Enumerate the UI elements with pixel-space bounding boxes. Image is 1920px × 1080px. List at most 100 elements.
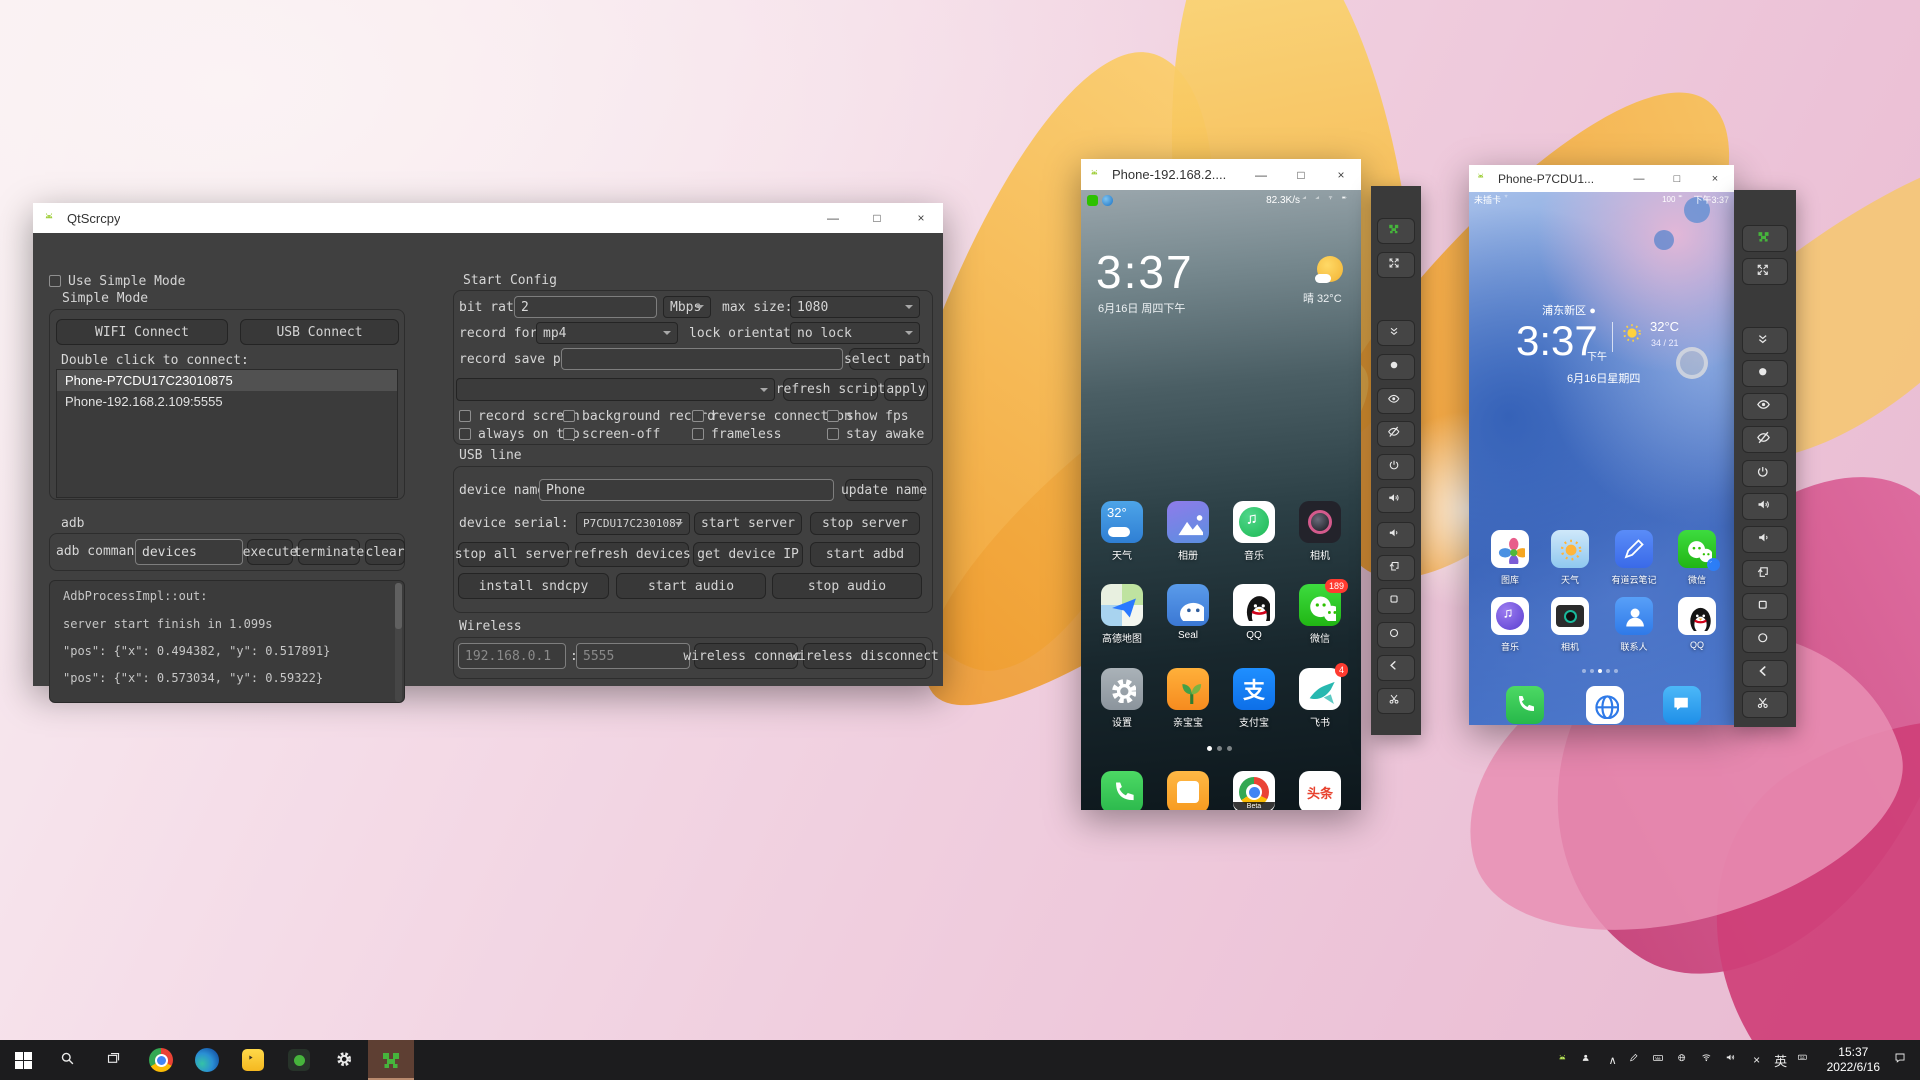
screen-on-eye-button[interactable] (1742, 393, 1788, 420)
wireless-disconnect-button[interactable]: wireless disconnect (803, 643, 926, 669)
app-icon-gallery2[interactable] (1491, 530, 1529, 568)
minimize-button[interactable]: — (1241, 159, 1281, 190)
tray-show-hidden-icons-chevron[interactable]: ∧ (1601, 1040, 1625, 1080)
app-icon-weather[interactable]: 32° (1101, 501, 1143, 543)
always-on-top-checkbox-row[interactable]: always on top (459, 427, 580, 441)
bit-rate-unit-dropdown[interactable]: Mbps (663, 296, 711, 318)
use-simple-mode-checkbox[interactable] (49, 275, 61, 287)
device-list-item[interactable]: Phone-192.168.2.109:5555 (57, 391, 397, 412)
stay-awake-checkbox-row[interactable]: stay awake (827, 427, 924, 441)
screen-off-checkbox-row[interactable]: screen-off (563, 427, 660, 441)
ime-language-indicator[interactable]: 英 (1769, 1040, 1793, 1080)
dock-icon-toutiao[interactable]: 头条 (1299, 771, 1341, 810)
volume-up-button[interactable] (1742, 493, 1788, 520)
device-serial-dropdown[interactable]: P7CDU17C2301087 (576, 512, 690, 535)
device-list-item[interactable]: Phone-P7CDU17C23010875 (57, 370, 397, 391)
app-switch-button[interactable] (1742, 593, 1788, 620)
expand-notification-button[interactable] (1742, 327, 1788, 354)
fullscreen-button[interactable] (1377, 252, 1415, 278)
app-switch-button[interactable] (1377, 588, 1415, 614)
tray-pen-icon[interactable] (1625, 1040, 1649, 1080)
record-screen-checkbox[interactable] (459, 410, 471, 422)
minimize-button[interactable]: — (1620, 165, 1658, 192)
phone2-titlebar[interactable]: Phone-P7CDU1... — □ × (1469, 165, 1734, 192)
back-button[interactable] (1377, 655, 1415, 681)
screenshot-scissors-button[interactable] (1377, 688, 1415, 714)
maximize-button[interactable]: □ (855, 203, 899, 233)
app-icon-camera2[interactable] (1551, 597, 1589, 635)
app-icon-music[interactable] (1233, 501, 1275, 543)
expand-notification-button[interactable] (1377, 320, 1415, 346)
app-icon-alipay[interactable]: 支 (1233, 668, 1275, 710)
lock-orientation-dropdown[interactable]: no lock (790, 322, 920, 344)
record-format-dropdown[interactable]: mp4 (536, 322, 678, 344)
screen-on-eye-button[interactable] (1377, 388, 1415, 414)
home-button[interactable] (1377, 622, 1415, 648)
power-button[interactable] (1377, 454, 1415, 480)
dock-icon-browser[interactable] (1586, 686, 1624, 724)
taskbar-dev-app-button[interactable] (276, 1040, 322, 1080)
app-logo-button[interactable] (1377, 218, 1415, 244)
bit-rate-input[interactable] (514, 296, 657, 318)
reverse-connection-checkbox[interactable] (692, 410, 704, 422)
taskbar-player-button[interactable] (230, 1040, 276, 1080)
execute-button[interactable]: execute (247, 539, 293, 565)
stay-awake-checkbox[interactable] (827, 428, 839, 440)
show-fps-checkbox-row[interactable]: show fps (827, 409, 909, 423)
volume-down-button[interactable] (1377, 522, 1415, 548)
frameless-checkbox[interactable] (692, 428, 704, 440)
maximize-button[interactable]: □ (1281, 159, 1321, 190)
app-icon-wechat[interactable]: 189 (1299, 584, 1341, 626)
phone2-screen[interactable]: 未插卡 100 下午3:37 浦东新区 ● 3:37 下午 32°C 34 / … (1469, 192, 1734, 725)
tray-close-icon[interactable]: × (1745, 1040, 1769, 1080)
clear-button[interactable]: clear (365, 539, 405, 565)
use-simple-mode-checkbox-row[interactable]: Use Simple Mode (49, 274, 185, 288)
refresh-script-button[interactable]: refresh script (783, 378, 878, 401)
always-on-top-checkbox[interactable] (459, 428, 471, 440)
wifi-connect-button[interactable]: WIFI Connect (56, 319, 228, 345)
update-name-button[interactable]: update name (845, 479, 923, 501)
close-button[interactable]: × (1696, 165, 1734, 192)
ime-mode-icon[interactable] (1793, 1040, 1817, 1080)
power-button[interactable] (1742, 460, 1788, 487)
device-list[interactable]: Phone-P7CDU17C23010875 Phone-192.168.2.1… (56, 369, 398, 498)
record-screen-checkbox-row[interactable]: record screen (459, 409, 580, 423)
app-icon-qinbaobao[interactable] (1167, 668, 1209, 710)
volume-up-button[interactable] (1377, 487, 1415, 513)
tray-android-icon[interactable] (1553, 1040, 1577, 1080)
tray-wifi-icon[interactable] (1697, 1040, 1721, 1080)
app-icon-gallery[interactable] (1167, 501, 1209, 543)
touch-dot-button[interactable] (1742, 360, 1788, 387)
rotate-screen-button[interactable] (1377, 555, 1415, 581)
rotate-screen-button[interactable] (1742, 560, 1788, 587)
home-button[interactable] (1742, 626, 1788, 653)
app-icon-qq[interactable] (1233, 584, 1275, 626)
app-icon-youdao-note[interactable] (1615, 530, 1653, 568)
start-adbd-button[interactable]: start adbd (810, 542, 920, 567)
fullscreen-button[interactable] (1742, 258, 1788, 285)
install-sndcpy-button[interactable]: install sndcpy (458, 573, 609, 599)
phone1-titlebar[interactable]: Phone-192.168.2.... — □ × (1081, 159, 1361, 190)
screen-off-checkbox[interactable] (563, 428, 575, 440)
wireless-connect-button[interactable]: wireless connect (694, 643, 798, 669)
stop-audio-button[interactable]: stop audio (772, 573, 922, 599)
stop-all-server-button[interactable]: stop all server (458, 542, 569, 567)
usb-connect-button[interactable]: USB Connect (240, 319, 399, 345)
app-icon-amap[interactable] (1101, 584, 1143, 626)
dock-icon-phone2[interactable] (1506, 686, 1544, 724)
get-device-ip-button[interactable]: get device IP (693, 542, 803, 567)
select-path-button[interactable]: select path (849, 348, 925, 370)
wireless-port-input[interactable] (576, 643, 690, 669)
tray-volume-icon[interactable] (1721, 1040, 1745, 1080)
start-server-button[interactable]: start server (694, 512, 802, 535)
volume-down-button[interactable] (1742, 526, 1788, 553)
screen-off-eye-button[interactable] (1377, 421, 1415, 447)
start-button[interactable] (0, 1040, 46, 1080)
log-scrollbar-thumb[interactable] (395, 583, 402, 629)
tray-network-icon[interactable] (1673, 1040, 1697, 1080)
record-save-path-input[interactable] (561, 348, 843, 370)
minimize-button[interactable]: — (811, 203, 855, 233)
wireless-ip-input[interactable] (458, 643, 566, 669)
notification-center-icon[interactable] (1890, 1040, 1914, 1080)
touch-dot-button[interactable] (1377, 354, 1415, 380)
